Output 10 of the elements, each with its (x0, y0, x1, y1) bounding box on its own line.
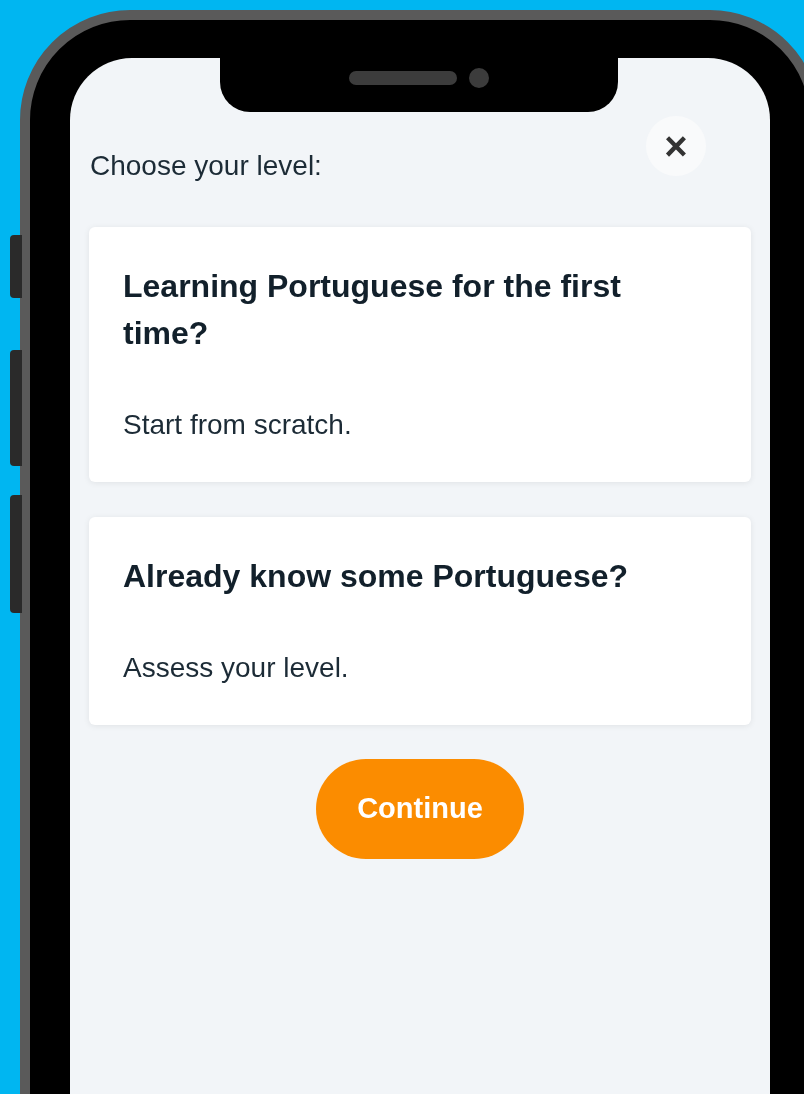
camera-icon (469, 68, 489, 88)
option-subtitle: Assess your level. (123, 651, 350, 685)
close-button[interactable]: × (646, 116, 706, 176)
prompt-text: Choose your level: (90, 149, 323, 183)
speaker-icon (349, 71, 457, 85)
option-subtitle: Start from scratch. (123, 408, 353, 442)
option-card[interactable]: Already know some Portuguese? Assess your level. (89, 517, 751, 725)
option-title: Learning Portuguese for the first time? (123, 267, 622, 353)
option-title: Already know some Portuguese? (123, 557, 629, 596)
option-card[interactable]: Learning Portuguese for the first time? Start from scratch. (89, 227, 751, 482)
